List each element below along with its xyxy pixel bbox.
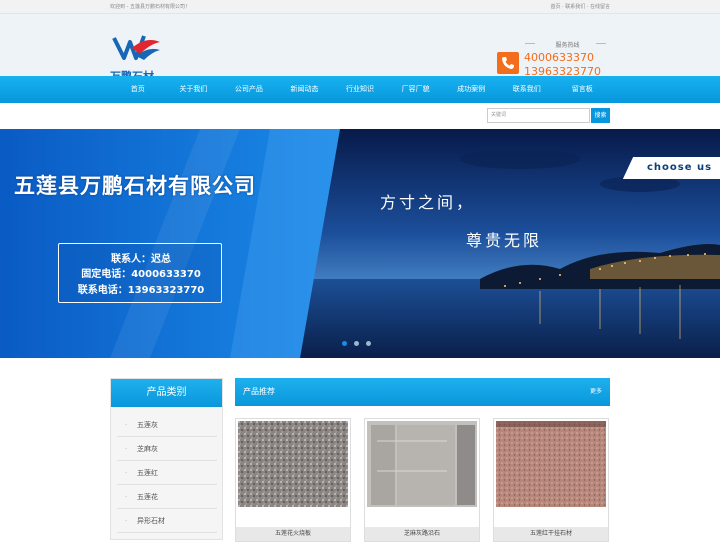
product-card[interactable]: 五莲红干挂石材	[493, 418, 609, 542]
nav-item-guestbook[interactable]: 留言板	[555, 76, 611, 103]
search-bar: 关键词 搜索	[0, 103, 720, 129]
sidebar-item[interactable]: 异形石材	[117, 509, 217, 533]
nav-item-news[interactable]: 新闻动态	[277, 76, 333, 103]
search-input[interactable]: 关键词	[487, 108, 590, 123]
carousel-dot[interactable]	[366, 341, 371, 346]
main-nav: 首页 关于我们 公司产品 新闻动态 行业知识 厂容厂貌 成功案例 联系我们 留言…	[0, 76, 720, 103]
product-caption[interactable]: 芝麻灰路沿石	[365, 527, 479, 541]
recommended-header: 产品推荐 更多	[235, 378, 610, 406]
banner-slogan-2: 尊贵无限	[466, 231, 543, 250]
welcome-text: 欢迎到 - 五莲县万鹏石材有限公司！	[110, 4, 190, 10]
nav-item-factory[interactable]: 厂容厂貌	[388, 76, 444, 103]
banner-title: 五莲县万鹏石材有限公司	[14, 174, 256, 198]
nav-item-cases[interactable]: 成功案例	[443, 76, 499, 103]
nav-item-about[interactable]: 关于我们	[166, 76, 222, 103]
sidebar-item[interactable]: 芝麻灰	[117, 437, 217, 461]
banner-slogan-1: 方寸之间，	[380, 193, 476, 212]
recommended-title: 产品推荐	[243, 387, 275, 396]
choose-us-text: choose us	[647, 162, 713, 173]
product-image[interactable]	[367, 421, 477, 507]
product-card[interactable]: 芝麻灰路沿石	[364, 418, 480, 542]
content-area: 产品类别 五莲灰 芝麻灰 五莲红 五莲花 异形石材 产品推荐 更多 五莲花火烧板	[0, 358, 720, 542]
sidebar-item[interactable]: 五莲灰	[117, 413, 217, 437]
nav-item-knowledge[interactable]: 行业知识	[332, 76, 388, 103]
sidebar-item[interactable]: 五莲花	[117, 485, 217, 509]
product-category-sidebar: 产品类别 五莲灰 芝麻灰 五莲红 五莲花 异形石材	[110, 378, 223, 540]
carousel-dots	[342, 341, 371, 346]
phone-icon	[497, 52, 519, 74]
nav-item-contact[interactable]: 联系我们	[499, 76, 555, 103]
mobile-phone: 联系电话：13963323770	[77, 285, 205, 296]
nav-item-products[interactable]: 公司产品	[221, 76, 277, 103]
nav-item-home[interactable]: 首页	[110, 76, 166, 103]
search-button[interactable]: 搜索	[591, 108, 610, 123]
hotline-label: 服务热线	[555, 42, 580, 49]
fixed-phone: 固定电话：4000633370	[81, 269, 201, 280]
banner-contact-box: 联系人：迟总 固定电话：4000633370 联系电话：13963323770	[58, 243, 222, 303]
carousel-dot[interactable]	[354, 341, 359, 346]
hero-banner[interactable]: 五莲县万鹏石材有限公司 方寸之间， 尊贵无限 联系人：迟总 固定电话：40006…	[0, 129, 720, 358]
product-caption[interactable]: 五莲花火烧板	[236, 527, 350, 541]
hotline-phone-1: 4000633370	[524, 51, 594, 64]
product-image[interactable]	[496, 421, 606, 507]
contact-person: 联系人：迟总	[111, 254, 171, 265]
sidebar-title: 产品类别	[111, 379, 222, 407]
product-card[interactable]: 五莲花火烧板	[235, 418, 351, 542]
product-caption[interactable]: 五莲红干挂石材	[494, 527, 608, 541]
sidebar-item[interactable]: 五莲红	[117, 461, 217, 485]
top-links[interactable]: 首页 · 联系我们 · 在线留言	[550, 3, 610, 10]
top-bar: 欢迎到 - 五莲县万鹏石材有限公司！ 首页 · 联系我们 · 在线留言	[0, 0, 720, 14]
header: 万鹏石材 服务热线 4000633370 13963323770	[0, 14, 720, 83]
more-link[interactable]: 更多	[590, 378, 602, 406]
product-image[interactable]	[238, 421, 348, 507]
hotline-divider	[596, 43, 606, 44]
carousel-dot[interactable]	[342, 341, 347, 346]
